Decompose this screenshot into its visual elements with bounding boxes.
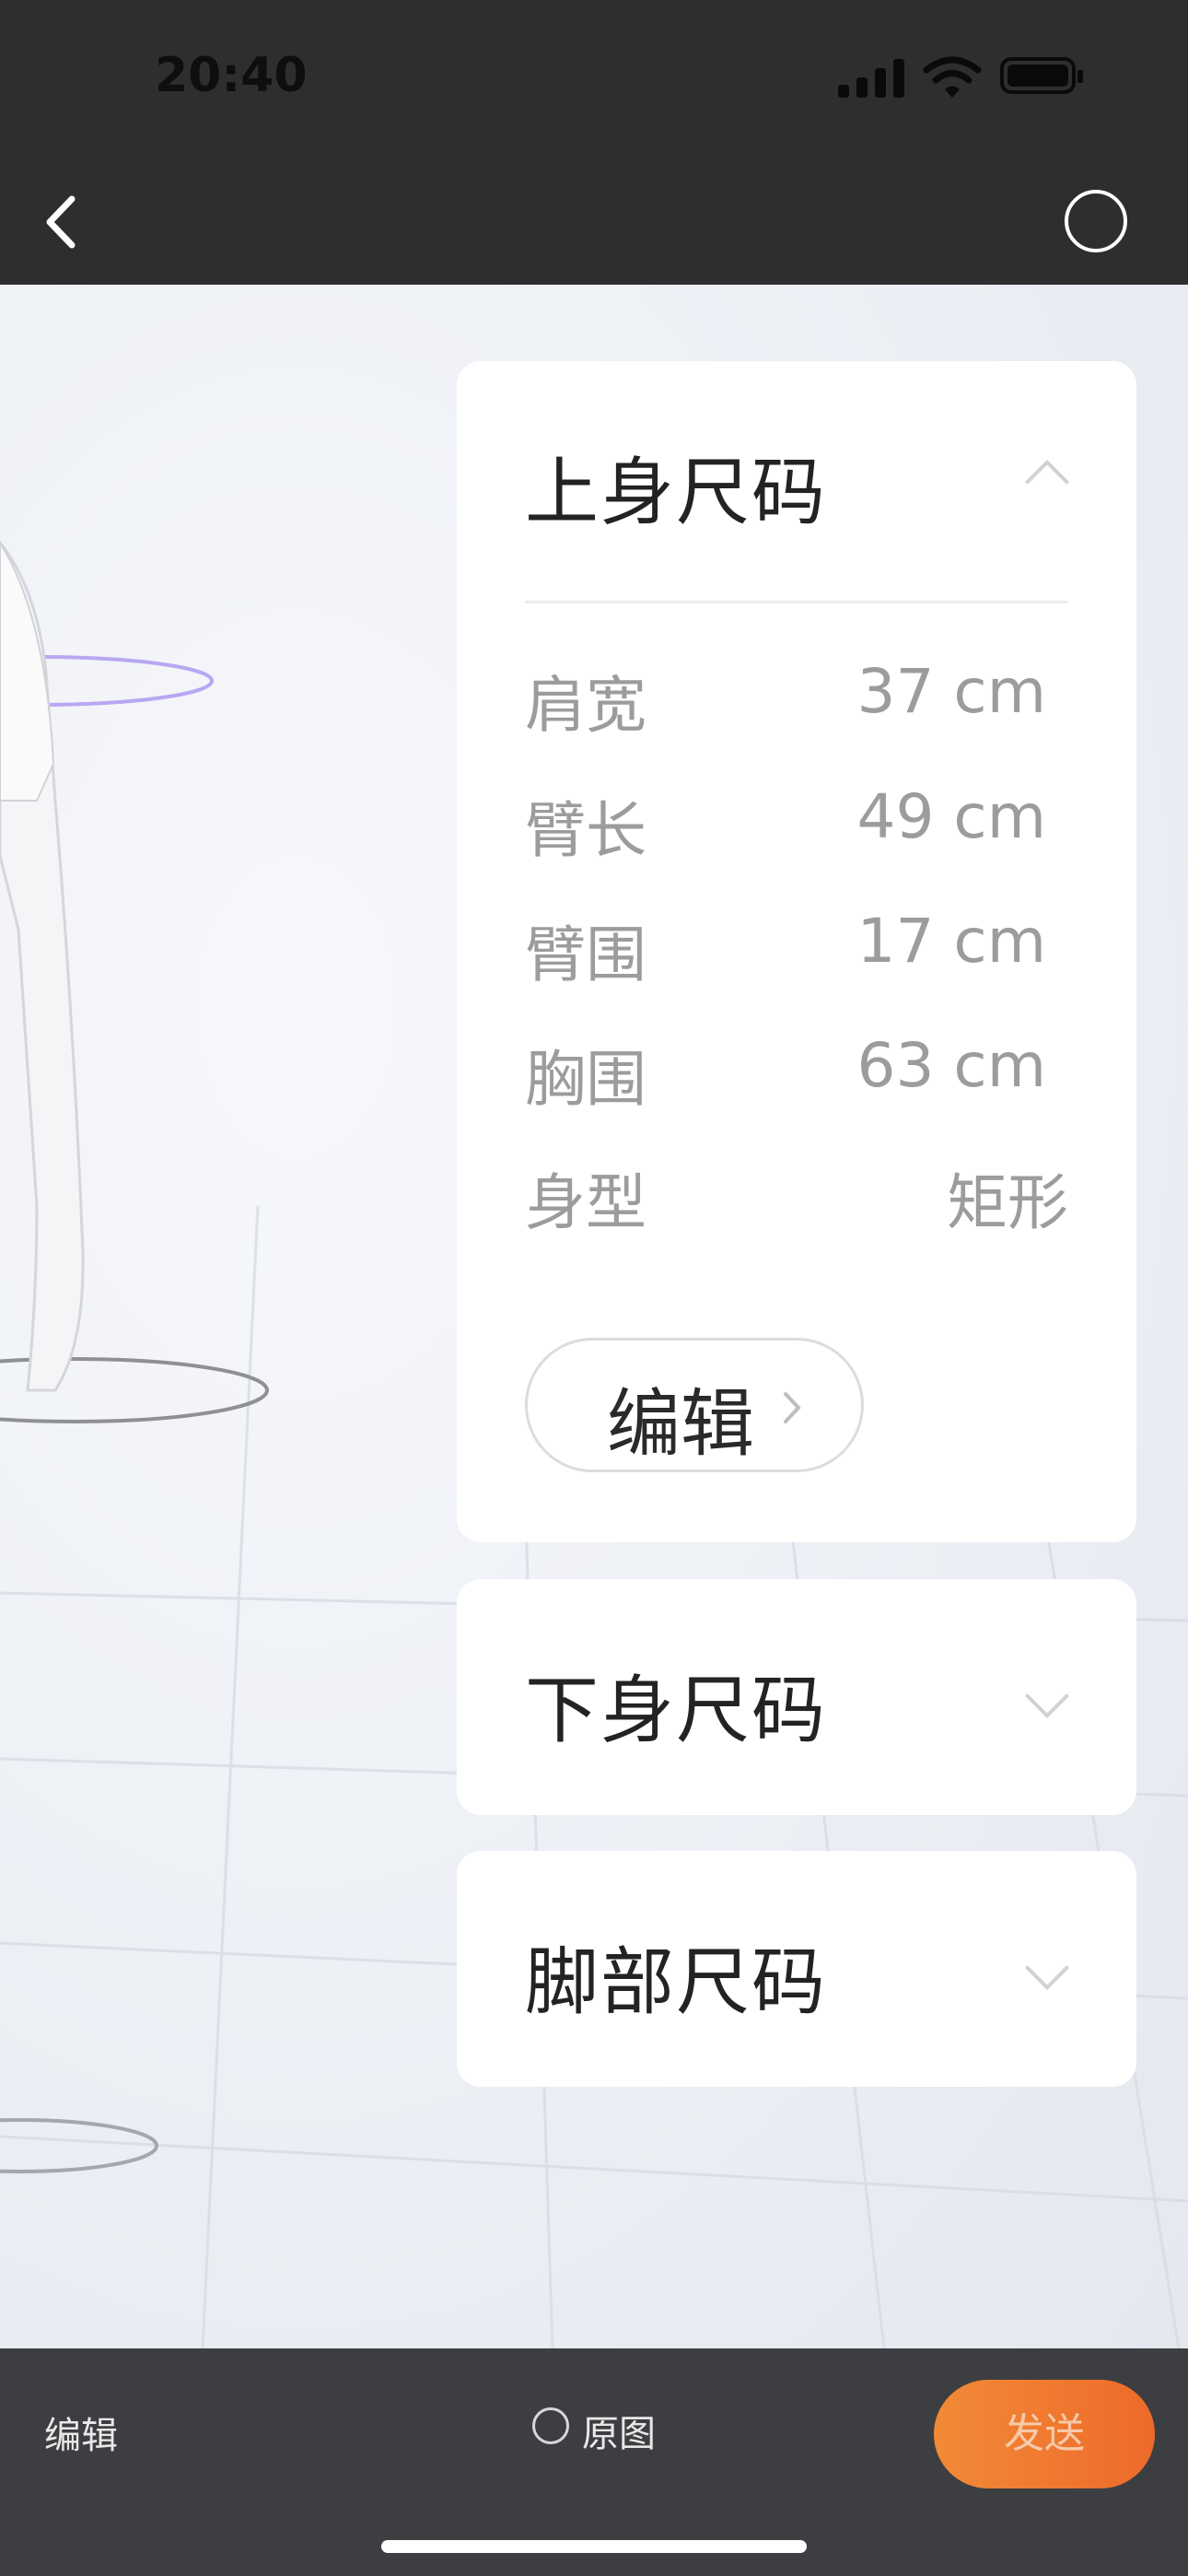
status-time: 20:40: [155, 48, 308, 103]
measure-row-shoulder: 肩宽 37 cm: [525, 656, 1068, 748]
circle-button[interactable]: [1065, 190, 1127, 252]
upper-body-size-card: 上身尺码 肩宽 37 cm 臂长 49 cm 臂围 17 cm 胸围 63 cm…: [457, 361, 1136, 1542]
measure-value: 17 cm: [856, 906, 1046, 977]
measure-row-arm-girth: 臂围 17 cm: [525, 906, 1068, 998]
measure-value: 49 cm: [856, 781, 1046, 852]
top-bar: 20:40: [0, 0, 1188, 285]
send-button[interactable]: 发送: [934, 2380, 1155, 2488]
chevron-down-icon[interactable]: [1024, 1673, 1070, 1719]
signal-icon: [838, 57, 904, 98]
card-title: 下身尺码: [525, 1668, 827, 1753]
chevron-up-icon[interactable]: [1024, 459, 1070, 505]
chevron-down-icon[interactable]: [1024, 1945, 1070, 1991]
battery-icon: [1000, 57, 1083, 94]
bottom-bar: 编辑 原图 发送: [0, 2348, 1188, 2576]
measure-value: 矩形: [947, 1167, 1068, 1238]
wifi-icon: [923, 56, 982, 98]
home-indicator: [381, 2540, 807, 2553]
bottom-edit-button[interactable]: 编辑: [44, 2406, 118, 2459]
original-label: 原图: [582, 2413, 656, 2455]
edit-sizes-button[interactable]: 编辑: [525, 1338, 864, 1472]
measure-value: 63 cm: [856, 1030, 1046, 1101]
edit-label: 编辑: [607, 1381, 754, 1467]
body-model-viewport[interactable]: 上身尺码 肩宽 37 cm 臂长 49 cm 臂围 17 cm 胸围 63 cm…: [0, 285, 1188, 2348]
measure-label: 肩宽: [525, 670, 646, 741]
divider: [525, 601, 1068, 603]
chevron-right-icon: [784, 1392, 801, 1423]
card-title: 上身尺码: [525, 450, 827, 535]
card-title: 脚部尺码: [525, 1939, 827, 2025]
measure-label: 身型: [525, 1167, 646, 1238]
measure-value: 37 cm: [856, 656, 1046, 727]
measure-label: 胸围: [525, 1044, 646, 1115]
radio-icon[interactable]: [532, 2407, 569, 2444]
measure-row-chest: 胸围 63 cm: [525, 1030, 1068, 1122]
measure-row-arm-length: 臂长 49 cm: [525, 781, 1068, 873]
lower-body-size-card[interactable]: 下身尺码: [457, 1579, 1136, 1815]
measure-label: 臂围: [525, 919, 646, 990]
foot-size-card[interactable]: 脚部尺码: [457, 1851, 1136, 2087]
measure-label: 臂长: [525, 795, 646, 866]
measure-row-body-shape: 身型 矩形: [525, 1153, 1068, 1246]
back-button[interactable]: [37, 192, 88, 252]
